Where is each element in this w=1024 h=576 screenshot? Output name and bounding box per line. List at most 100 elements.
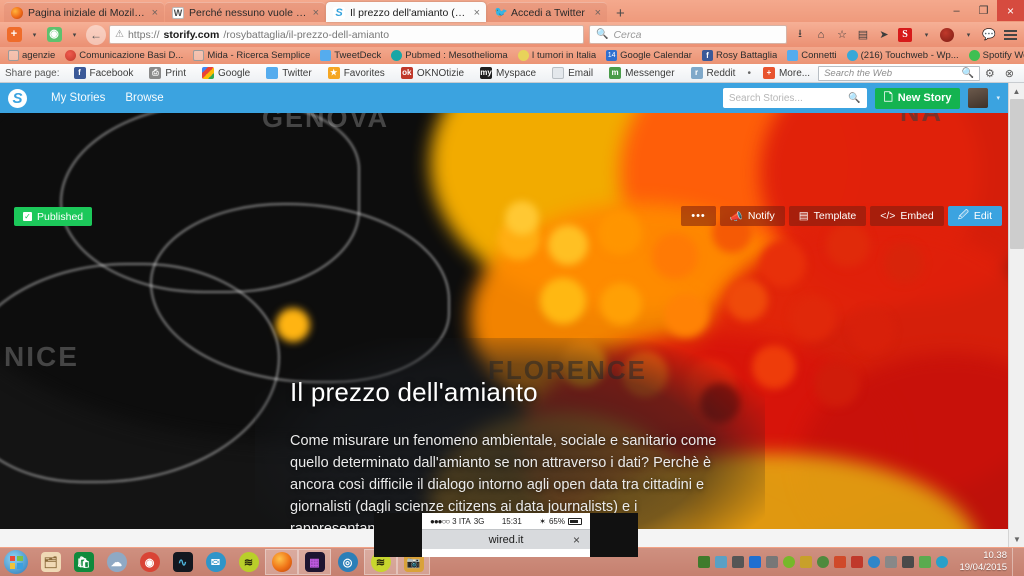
drive-tray-icon[interactable] [919, 556, 932, 568]
share-reddit[interactable]: r Reddit [683, 67, 744, 79]
close-icon[interactable]: ⊗ [1000, 67, 1019, 80]
share-facebook[interactable]: f Facebook [66, 67, 142, 79]
bookmark-item[interactable]: 14 Google Calendar [601, 50, 697, 61]
taskbar-item-audio-editor[interactable]: ∿ [166, 549, 199, 575]
bookmark-item[interactable]: I tumori in Italia [513, 50, 601, 61]
scrollbar-thumb[interactable] [1010, 99, 1024, 249]
home-icon[interactable]: ⌂ [811, 25, 831, 44]
bookmark-item[interactable]: Mida - Ricerca Semplice [188, 50, 315, 61]
security-tray-icon[interactable] [800, 556, 813, 568]
battery-tray-icon[interactable] [885, 556, 898, 568]
taskbar-item-store[interactable]: 🛍 [67, 549, 100, 575]
taskbar-item-video-editor[interactable]: ▦ [298, 549, 331, 575]
s-addon-icon[interactable]: S [895, 25, 915, 44]
bookmark-item[interactable]: Pubmed : Mesothelioma [386, 50, 512, 61]
reader-icon[interactable]: ▤ [853, 25, 873, 44]
addon-orange-icon[interactable]: + [4, 25, 24, 44]
chevron-down-icon[interactable]: ▾ [24, 25, 44, 44]
browser-tab-1[interactable]: W Perché nessuno vuole davv... × [165, 2, 325, 22]
taskbar-item-chrome[interactable]: ◉ [133, 549, 166, 575]
bookmark-item[interactable]: TweetDeck [315, 50, 386, 61]
avatar[interactable] [968, 88, 989, 108]
back-button[interactable]: ← [86, 24, 106, 45]
gear-icon[interactable]: ⚙ [980, 67, 1000, 80]
close-icon[interactable]: × [573, 533, 580, 547]
taskbar-item-file-explorer[interactable]: 🗂 [34, 549, 67, 575]
taskbar-item-media-player[interactable]: ◎ [331, 549, 364, 575]
bookmark-item[interactable]: Spotify Web Player [964, 50, 1024, 61]
sound-tray-icon[interactable] [902, 556, 915, 568]
display-tray-icon[interactable] [732, 556, 745, 568]
browser-tab-2[interactable]: S Il prezzo dell'amianto (wit... × [326, 2, 486, 22]
adblock-icon[interactable] [937, 25, 957, 44]
nav-my-stories[interactable]: My Stories [41, 92, 115, 104]
chevron-down-icon[interactable]: ▾ [996, 94, 1000, 102]
nav-browse[interactable]: Browse [115, 92, 173, 104]
close-icon[interactable]: × [313, 7, 319, 19]
new-tab-button[interactable]: + [608, 6, 633, 22]
chevron-down-icon[interactable]: ▾ [916, 25, 936, 44]
template-button[interactable]: ▤ Template [788, 206, 867, 226]
share-favorites[interactable]: ★ Favorites [320, 67, 393, 79]
search-bar[interactable]: 🔍 Cerca [589, 25, 787, 44]
sync-tray-icon[interactable] [936, 556, 949, 568]
share-email[interactable]: Email [544, 67, 601, 79]
bookmark-item[interactable]: (216) Touchweb - Wp... [842, 50, 964, 61]
usb-tray-icon[interactable] [817, 556, 830, 568]
maximize-button[interactable]: ❐ [970, 0, 997, 21]
bookmark-item[interactable]: agenzie [3, 50, 60, 61]
storify-logo-icon[interactable]: S [8, 88, 27, 108]
close-icon[interactable]: × [595, 7, 601, 19]
minimize-button[interactable]: – [943, 0, 970, 21]
browser-tab-3[interactable]: 🐦 Accedi a Twitter × [487, 2, 607, 22]
taskbar-item-firefox[interactable] [265, 549, 298, 575]
share-twitter[interactable]: Twitter [258, 67, 319, 79]
close-button[interactable]: × [997, 0, 1024, 21]
bookmark-item[interactable]: Comunicazione Basi D... [60, 50, 188, 61]
close-icon[interactable]: × [152, 7, 158, 19]
phone-url-bar[interactable]: wired.it × [422, 529, 590, 549]
chevron-down-icon[interactable]: ▾ [64, 25, 84, 44]
share-more[interactable]: + More... [755, 67, 818, 79]
browser-tab-0[interactable]: Pagina iniziale di Mozilla F... × [4, 2, 164, 22]
share-google[interactable]: Google [194, 67, 258, 79]
show-desktop-button[interactable] [1012, 548, 1018, 576]
taskbar-item-weather[interactable]: ☁ [100, 549, 133, 575]
addon-green-icon[interactable]: ◉ [44, 25, 64, 44]
network-tray-icon[interactable] [715, 556, 728, 568]
more-options-button[interactable]: ••• [681, 206, 716, 226]
antivirus-tray-icon[interactable] [851, 556, 864, 568]
story-search-input[interactable]: Search Stories... 🔍 [722, 88, 867, 108]
bookmark-item[interactable]: Connetti [782, 50, 841, 61]
share-myspace[interactable]: my Myspace [472, 67, 544, 79]
chevron-down-icon[interactable]: ▾ [958, 25, 978, 44]
browser-tray-icon[interactable] [868, 556, 881, 568]
send-icon[interactable]: ➤ [874, 25, 894, 44]
chat-icon[interactable]: 💬 [979, 25, 999, 44]
volume-tray-icon[interactable] [834, 556, 847, 568]
scroll-down-arrow-icon[interactable]: ▼ [1009, 531, 1024, 547]
notify-button[interactable]: 📣 Notify [719, 206, 785, 226]
share-messenger[interactable]: m Messenger [601, 67, 682, 79]
download-icon[interactable]: ⭳ [790, 25, 810, 44]
edit-button[interactable]: 🖉 Edit [947, 206, 1002, 226]
bookmark-item[interactable]: f Rosy Battaglia [697, 50, 782, 61]
web-search-input[interactable]: Search the Web 🔍 [818, 65, 980, 81]
hamburger-menu-icon[interactable] [1000, 25, 1020, 44]
signal-tray-icon[interactable] [766, 556, 779, 568]
scroll-up-arrow-icon[interactable]: ▲ [1009, 83, 1024, 99]
bookmark-star-icon[interactable]: ☆ [832, 25, 852, 44]
share-print[interactable]: ⎙ Print [141, 67, 194, 79]
taskbar-item-thunderbird[interactable]: ✉ [199, 549, 232, 575]
page-scrollbar[interactable]: ▲ ▼ [1008, 83, 1024, 547]
taskbar-clock[interactable]: 10.38 19/04/2015 [953, 550, 1007, 574]
new-story-button[interactable]: 🗋 New Story [874, 87, 961, 109]
nvidia-tray-icon[interactable] [783, 556, 796, 568]
close-icon[interactable]: × [474, 7, 480, 19]
url-bar[interactable]: ⚠ https://storify.com/rosybattaglia/il-p… [109, 25, 584, 44]
graphics-tray-icon[interactable] [698, 556, 711, 568]
share-oknotizie[interactable]: ok OKNOtizie [393, 67, 472, 79]
taskbar-item-spotify-1[interactable]: ≋ [232, 549, 265, 575]
start-button[interactable] [4, 550, 28, 574]
embed-button[interactable]: </> Embed [870, 206, 944, 226]
